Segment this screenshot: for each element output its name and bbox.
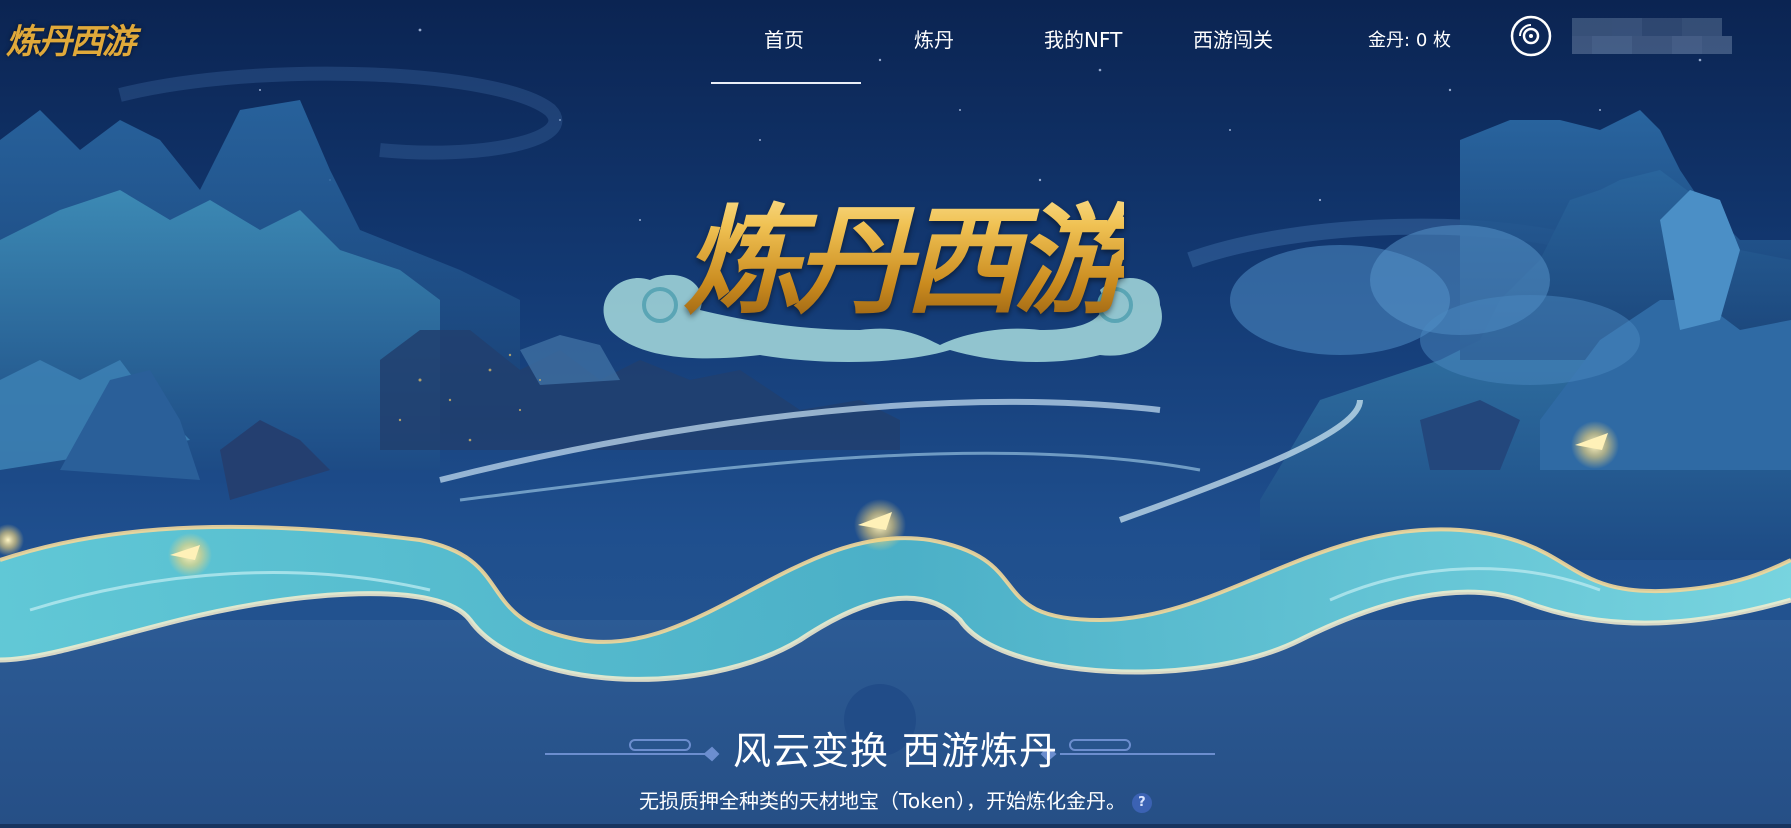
gold-balance: 金丹: 0 枚	[1368, 26, 1451, 52]
hero-background	[0, 0, 1791, 824]
hero-description: 无损质押全种类的天材地宝（Token），开始炼化金丹。	[639, 789, 1126, 813]
nav-alchemy[interactable]: 炼丹	[914, 24, 954, 53]
top-navigation-bar: 炼丹西游 首页 炼丹 我的NFT 西游闯关 金丹: 0 枚	[0, 0, 1791, 86]
nav-journey-west[interactable]: 西游闯关	[1193, 24, 1273, 53]
logo[interactable]: 炼丹西游	[6, 14, 136, 63]
disc-icon[interactable]	[1510, 15, 1552, 57]
active-nav-indicator	[711, 82, 861, 84]
landscape-illustration	[0, 0, 1791, 824]
hero-description-line: 无损质押全种类的天材地宝（Token），开始炼化金丹。?	[0, 785, 1791, 814]
hero-slogan: 风云变换 西游炼丹	[732, 729, 1059, 773]
nav-home[interactable]: 首页	[764, 24, 804, 53]
help-icon[interactable]: ?	[1131, 793, 1152, 813]
gold-value: 0	[1415, 30, 1428, 51]
account-address-redacted[interactable]	[1572, 18, 1732, 54]
gold-unit: 枚	[1433, 30, 1451, 51]
gold-label: 金丹:	[1368, 30, 1411, 51]
nav-my-nft[interactable]: 我的NFT	[1044, 24, 1122, 53]
